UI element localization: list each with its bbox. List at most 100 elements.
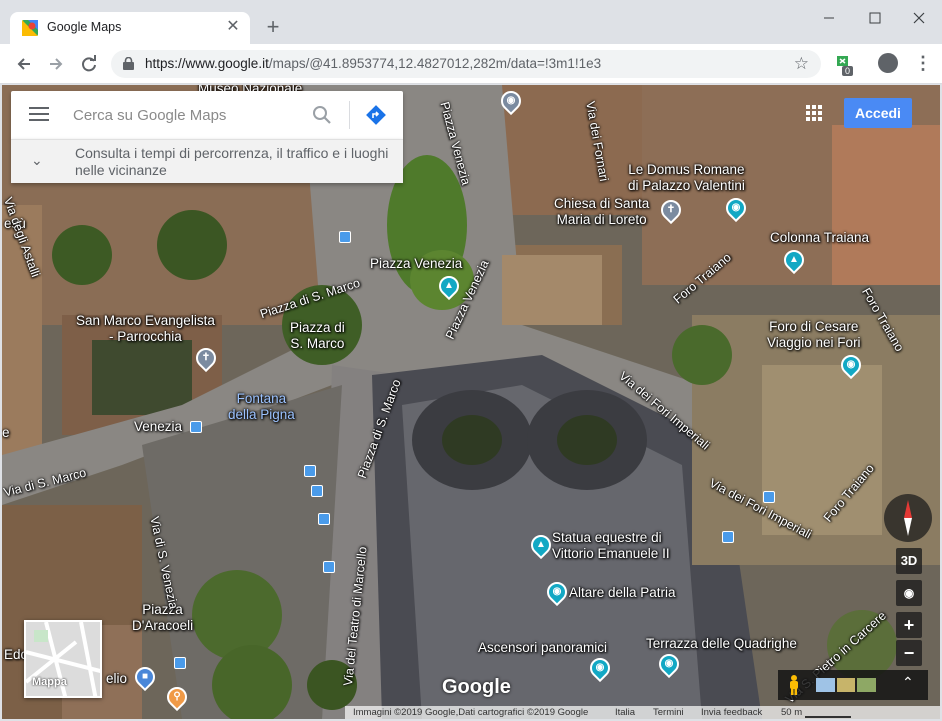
suggestion-text: Consulta i tempi di percorrenza, il traf… [75, 145, 389, 178]
title-bar: Google Maps ✕ + [0, 0, 942, 44]
close-icon [913, 12, 925, 24]
bus-stop-icon[interactable] [304, 465, 316, 477]
place-label[interactable]: Piazza Venezia [370, 256, 462, 272]
transit-label[interactable]: Venezia [134, 419, 182, 435]
bus-stop-icon[interactable] [763, 491, 775, 503]
browser-toolbar: https://www.google.it/maps/@41.8953774,1… [0, 44, 942, 84]
zoom-out-button[interactable]: − [896, 640, 922, 666]
3d-toggle-button[interactable]: 3D [896, 548, 922, 574]
search-divider [349, 101, 350, 129]
place-label[interactable]: Statua equestre di Vittorio Emanuele II [552, 530, 670, 562]
place-label-line: Le Domus Romane [628, 162, 745, 177]
place-label[interactable]: Terrazza delle Quadrighe [646, 636, 797, 652]
place-label-line: Chiesa di Santa [554, 196, 650, 211]
place-label[interactable]: Ascensori panoramici [478, 640, 607, 656]
place-label-line: Fontana [236, 391, 287, 406]
maximize-icon [869, 12, 881, 24]
terms-link[interactable]: Termini [653, 707, 684, 718]
google-logo: Google [442, 676, 511, 698]
lock-icon [123, 57, 134, 70]
bus-stop-icon[interactable] [323, 561, 335, 573]
street-view-bar: ⌃ [778, 670, 928, 700]
minimap-label: Mappa [32, 676, 67, 688]
search-icon[interactable] [311, 104, 333, 126]
bus-stop-icon[interactable] [318, 513, 330, 525]
browser-menu-icon[interactable]: ⋮ [914, 53, 932, 73]
search-input[interactable] [73, 103, 303, 127]
pegman-icon[interactable] [788, 675, 800, 695]
place-label-line: di Palazzo Valentini [628, 178, 745, 193]
scale-bar [805, 716, 851, 718]
place-label[interactable]: Piazza di S. Marco [290, 320, 345, 352]
maps-favicon-icon [22, 20, 38, 36]
country-link[interactable]: Italia [615, 707, 635, 718]
place-label[interactable]: elio [106, 671, 127, 687]
signin-button[interactable]: Accedi [844, 98, 912, 128]
place-label[interactable]: Colonna Traiana [770, 230, 869, 246]
hamburger-menu-icon[interactable] [29, 107, 49, 121]
place-label-line: Foro di Cesare [769, 319, 859, 334]
place-label-line: Viaggio nei Fori [767, 335, 861, 350]
new-tab-button[interactable]: + [262, 16, 284, 38]
compass-control[interactable] [884, 494, 932, 542]
place-label-line: S. Marco [290, 336, 345, 351]
scale-label[interactable]: 50 m [781, 707, 802, 718]
place-label-line: Maria di Loreto [556, 212, 647, 227]
my-location-icon[interactable]: ◉ [896, 580, 922, 606]
place-label[interactable]: Altare della Patria [569, 585, 676, 601]
compass-north-icon [904, 500, 912, 518]
bus-stop-icon[interactable] [174, 657, 186, 669]
forward-arrow-icon [50, 58, 63, 70]
place-label-line: - Parrocchia [109, 329, 182, 344]
imagery-thumbnails[interactable] [816, 678, 877, 692]
place-label-line: Statua equestre di [552, 530, 662, 545]
place-label-line: D'Aracoeli [132, 618, 194, 633]
reload-button[interactable] [77, 52, 101, 76]
zoom-in-button[interactable]: + [896, 612, 922, 638]
bus-stop-icon[interactable] [311, 485, 323, 497]
url-host: https://www.google.it [145, 56, 269, 71]
place-label[interactable]: Le Domus Romane di Palazzo Valentini [628, 162, 745, 194]
place-label-line: San Marco Evangelista [76, 313, 215, 328]
bookmark-star-icon[interactable]: ☆ [794, 54, 809, 74]
directions-icon[interactable] [365, 104, 387, 126]
map-footer: Immagini ©2019 Google,Dati cartografici … [345, 706, 940, 719]
apps-grid-icon[interactable] [806, 105, 822, 121]
url-text: https://www.google.it/maps/@41.8953774,1… [145, 56, 601, 71]
account-icon[interactable] [878, 53, 898, 73]
place-label[interactable]: Fontana della Pigna [228, 391, 295, 423]
minimize-icon [824, 17, 834, 19]
bus-stop-icon[interactable] [722, 531, 734, 543]
back-button[interactable] [12, 52, 36, 76]
place-label[interactable]: Foro di Cesare Viaggio nei Fori [767, 319, 861, 351]
compass-south-icon [904, 518, 912, 536]
search-panel: ⌄ Consulta i tempi di percorrenza, il tr… [11, 91, 403, 183]
feedback-link[interactable]: Invia feedback [701, 707, 762, 718]
extension-badge: 0 [842, 66, 854, 76]
forward-button[interactable] [44, 52, 68, 76]
place-label[interactable]: Chiesa di Santa Maria di Loreto [554, 196, 649, 228]
bus-stop-icon[interactable] [339, 231, 351, 243]
tab-close-icon[interactable]: ✕ [224, 18, 242, 36]
url-path: /maps/@41.8953774,12.4827012,282m/data=!… [268, 56, 602, 71]
place-label-line: Vittorio Emanuele II [552, 546, 670, 561]
maximize-button[interactable] [860, 6, 890, 30]
bus-stop-icon[interactable] [190, 421, 202, 433]
expand-icon[interactable]: ⌃ [902, 674, 914, 691]
browser-tab[interactable]: Google Maps ✕ [10, 12, 250, 44]
explore-nearby-suggestion[interactable]: ⌄ Consulta i tempi di percorrenza, il tr… [11, 139, 403, 183]
close-window-button[interactable] [904, 6, 934, 30]
reload-icon [82, 55, 96, 72]
map-layer-toggle[interactable]: Mappa [24, 620, 102, 698]
back-arrow-icon [17, 58, 30, 70]
minimize-button[interactable] [814, 6, 844, 30]
tab-title: Google Maps [47, 20, 122, 34]
place-label[interactable]: San Marco Evangelista - Parrocchia [76, 313, 215, 345]
place-label[interactable]: Piazza D'Aracoeli [132, 602, 193, 634]
place-label[interactable]: e [2, 425, 10, 441]
attribution-text: Immagini ©2019 Google,Dati cartografici … [353, 707, 589, 718]
address-bar[interactable]: https://www.google.it/maps/@41.8953774,1… [111, 50, 821, 78]
search-box [11, 91, 403, 139]
place-label-line: della Pigna [228, 407, 295, 422]
chevron-down-icon[interactable]: ⌄ [31, 152, 43, 169]
